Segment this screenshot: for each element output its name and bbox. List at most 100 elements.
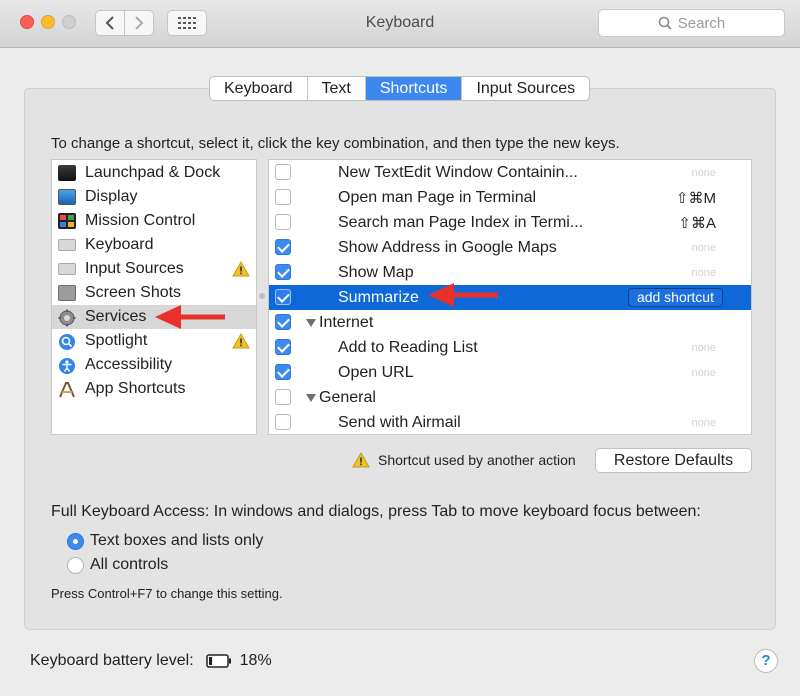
tab-bar: Keyboard Text Shortcuts Input Sources: [209, 76, 591, 101]
radio-text-boxes[interactable]: Text boxes and lists only: [67, 532, 263, 550]
category-keyboard[interactable]: Keyboard: [52, 233, 256, 257]
arrow-annotation-icon: [428, 283, 498, 307]
instructions-text: To change a shortcut, select it, click t…: [51, 135, 620, 152]
conflict-note-text: Shortcut used by another action: [378, 452, 576, 468]
radio-label: Text boxes and lists only: [90, 532, 264, 549]
category-label: Keyboard: [85, 236, 154, 253]
battery-label: Keyboard battery level:: [30, 652, 194, 669]
shortcut-checkbox[interactable]: [275, 214, 291, 230]
restore-defaults-button[interactable]: Restore Defaults: [595, 448, 752, 473]
tab-keyboard[interactable]: Keyboard: [210, 77, 308, 100]
radio-button[interactable]: [67, 556, 84, 574]
conflict-note: Shortcut used by another action: [352, 452, 576, 468]
shortcut-row[interactable]: Open URL none: [269, 360, 751, 385]
shortcut-key[interactable]: none: [692, 342, 716, 354]
shortcut-checkbox[interactable]: [275, 239, 291, 255]
disclosure-triangle-icon[interactable]: [306, 319, 316, 327]
category-label: App Shortcuts: [85, 380, 186, 397]
shortcut-checkbox[interactable]: [275, 164, 291, 180]
gear-icon: [58, 309, 76, 327]
full-keyboard-access-label: Full Keyboard Access: In windows and dia…: [51, 503, 701, 520]
group-checkbox[interactable]: [275, 314, 291, 330]
disclosure-triangle-icon[interactable]: [306, 394, 316, 402]
search-input[interactable]: Search: [598, 9, 785, 37]
title-bar: Keyboard Search: [0, 0, 800, 48]
shortcut-key[interactable]: none: [692, 417, 716, 429]
category-label: Spotlight: [85, 332, 148, 349]
category-label: Accessibility: [85, 356, 173, 373]
warning-icon: [232, 261, 250, 277]
shortcut-key[interactable]: ⇧⌘A: [678, 214, 716, 232]
split-view-handle[interactable]: [259, 293, 265, 299]
shortcut-label: Search man Page Index in Termi...: [338, 213, 584, 231]
app-shortcuts-icon: [58, 381, 76, 398]
shortcut-group-internet[interactable]: Internet: [269, 310, 751, 335]
shortcut-row[interactable]: Send with Airmail none: [269, 410, 751, 434]
battery-value: 18%: [239, 652, 272, 669]
radio-button[interactable]: [67, 532, 84, 550]
display-icon: [58, 189, 76, 205]
category-launchpad-dock[interactable]: Launchpad & Dock: [52, 161, 256, 185]
category-label: Display: [85, 188, 138, 205]
shortcut-row-summarize[interactable]: Summarize add shortcut: [269, 285, 751, 310]
category-label: Screen Shots: [85, 284, 182, 301]
shortcut-label: Show Map: [338, 263, 414, 281]
category-app-shortcuts[interactable]: App Shortcuts: [52, 377, 256, 401]
add-shortcut-button[interactable]: add shortcut: [627, 288, 723, 307]
shortcut-row[interactable]: Add to Reading List none: [269, 335, 751, 360]
shortcut-checkbox[interactable]: [275, 339, 291, 355]
shortcut-checkbox[interactable]: [275, 364, 291, 380]
tab-shortcuts[interactable]: Shortcuts: [365, 77, 463, 100]
category-accessibility[interactable]: Accessibility: [52, 353, 256, 377]
shortcut-checkbox[interactable]: [275, 289, 291, 305]
tab-text[interactable]: Text: [308, 77, 366, 100]
category-screen-shots[interactable]: Screen Shots: [52, 281, 256, 305]
warning-icon: [232, 333, 250, 349]
shortcut-group-general[interactable]: General: [269, 385, 751, 410]
battery-icon: [205, 654, 231, 668]
keyboard-preferences-window: Keyboard Search Keyboard Text Shortcuts …: [0, 0, 800, 696]
category-label: Input Sources: [85, 260, 184, 277]
category-display[interactable]: Display: [52, 185, 256, 209]
shortcut-row[interactable]: Show Map none: [269, 260, 751, 285]
shortcut-key[interactable]: none: [692, 242, 716, 254]
shortcut-key[interactable]: none: [692, 167, 716, 179]
screenshot-icon: [58, 285, 76, 301]
shortcut-key[interactable]: none: [692, 367, 716, 379]
shortcut-checkbox[interactable]: [275, 189, 291, 205]
shortcut-label: Open URL: [338, 363, 414, 381]
shortcut-key[interactable]: ⇧⌘M: [676, 189, 716, 207]
launchpad-icon: [58, 165, 76, 181]
shortcut-row[interactable]: New TextEdit Window Containin... none: [269, 160, 751, 185]
shortcut-row[interactable]: Search man Page Index in Termi... ⇧⌘A: [269, 210, 751, 235]
category-spotlight[interactable]: Spotlight: [52, 329, 256, 353]
category-label: Services: [85, 308, 147, 325]
category-mission-control[interactable]: Mission Control: [52, 209, 256, 233]
search-icon: [658, 16, 672, 30]
category-input-sources[interactable]: Input Sources: [52, 257, 256, 281]
shortcut-key[interactable]: none: [692, 267, 716, 279]
accessibility-icon: [58, 357, 76, 374]
search-placeholder: Search: [677, 14, 726, 32]
shortcut-row[interactable]: Show Address in Google Maps none: [269, 235, 751, 260]
shortcut-label: Add to Reading List: [338, 338, 478, 356]
keyboard-access-hint: Press Control+F7 to change this setting.: [51, 586, 283, 601]
group-label: Internet: [319, 313, 374, 331]
radio-all-controls[interactable]: All controls: [67, 556, 168, 574]
tab-input-sources[interactable]: Input Sources: [462, 77, 589, 100]
shortcut-row[interactable]: Open man Page in Terminal ⇧⌘M: [269, 185, 751, 210]
shortcut-checkbox[interactable]: [275, 264, 291, 280]
shortcut-list[interactable]: New TextEdit Window Containin... none Op…: [268, 159, 752, 435]
category-list[interactable]: Launchpad & Dock Display Mission Control…: [51, 159, 257, 435]
category-label: Launchpad & Dock: [85, 164, 221, 181]
shortcut-label: New TextEdit Window Containin...: [338, 163, 578, 181]
group-checkbox[interactable]: [275, 389, 291, 405]
shortcut-label: Show Address in Google Maps: [338, 238, 557, 256]
shortcut-label: Open man Page in Terminal: [338, 188, 537, 206]
warning-icon: [352, 452, 370, 468]
help-button[interactable]: ?: [754, 649, 778, 673]
shortcut-label: Summarize: [338, 288, 419, 306]
shortcut-checkbox[interactable]: [275, 414, 291, 430]
group-label: General: [319, 388, 376, 406]
spotlight-icon: [58, 333, 76, 350]
